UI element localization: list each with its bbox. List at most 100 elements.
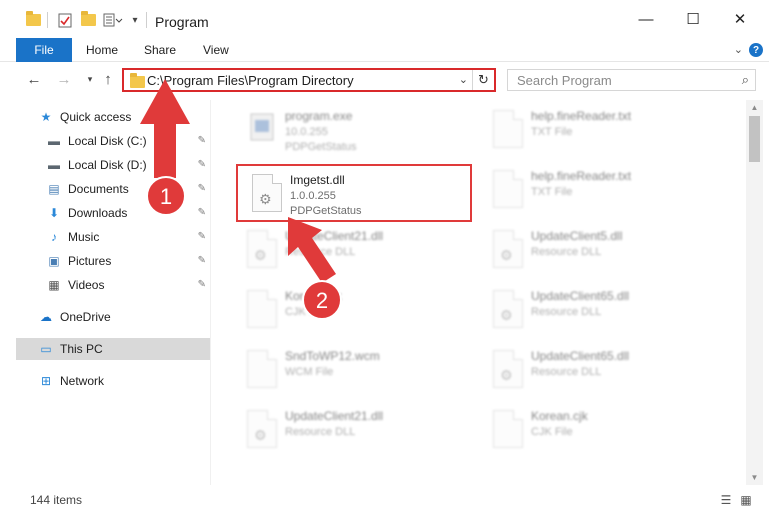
gear-icon: ⚙	[500, 307, 513, 323]
file-name: UpdateClient5.dll	[531, 229, 623, 243]
address-bar[interactable]: C:\Program Files\Program Directory ⌄ ↻	[122, 68, 496, 92]
file-detail: TXT File	[531, 126, 573, 138]
item-count: 144 items	[30, 493, 83, 507]
sidebar-item-local-disk-c[interactable]: ▬ Local Disk (C:) ✎	[16, 130, 210, 152]
file-detail: Resource DLL	[285, 426, 356, 438]
tab-home[interactable]: Home	[86, 38, 118, 62]
address-path: C:\Program Files\Program Directory	[147, 73, 354, 88]
dll-icon: ⚙	[247, 230, 277, 268]
sidebar-item-videos[interactable]: ▦ Videos ✎	[16, 274, 210, 296]
tab-view[interactable]: View	[203, 38, 229, 62]
refresh-icon[interactable]: ↻	[472, 70, 494, 90]
file-list: program.exe 10.0.255 PDPGetStatus help.fine…	[211, 100, 746, 485]
file-detail: TXT File	[531, 186, 573, 198]
title-bar: ▾ Program — ☐ ✕	[0, 0, 769, 38]
help-icon[interactable]: ?	[749, 43, 763, 57]
folder-icon	[130, 73, 145, 88]
sidebar-item-pictures[interactable]: ▣ Pictures ✎	[16, 250, 210, 272]
network-icon: ⊞	[40, 374, 52, 388]
file-detail: Resource DLL	[531, 306, 602, 318]
dll-icon: ⚙	[252, 174, 282, 212]
close-button[interactable]: ✕	[717, 0, 763, 38]
maximize-button[interactable]: ☐	[670, 0, 716, 38]
gear-icon: ⚙	[500, 367, 513, 383]
gear-icon: ⚙	[254, 247, 267, 263]
up-arrow-icon[interactable]: ↑	[98, 69, 118, 89]
sidebar-item-music[interactable]: ♪ Music ✎	[16, 226, 210, 248]
back-arrow-icon[interactable]: ←	[24, 69, 44, 89]
scroll-thumb[interactable]	[749, 116, 760, 162]
file-item[interactable]: ⚙ UpdateClient5.dll Resource DLL	[479, 222, 719, 278]
file-name: SndToWP12.wcm	[285, 349, 380, 363]
file-item[interactable]: help.fineReader.txt TXT File	[479, 162, 719, 218]
forward-arrow-icon[interactable]: →	[54, 69, 74, 89]
sidebar-item-network[interactable]: ⊞ Network	[16, 370, 210, 392]
file-name: Korean.cjk	[285, 289, 342, 303]
details-view-icon[interactable]: ☰	[718, 493, 734, 507]
vertical-scrollbar[interactable]: ▲ ▼	[746, 100, 763, 485]
pin-icon: ✎	[197, 207, 206, 218]
pin-icon: ✎	[197, 183, 206, 194]
sidebar-item-label: This PC	[60, 342, 103, 356]
file-icon	[247, 290, 277, 328]
recent-locations-icon[interactable]: ▾	[80, 69, 100, 89]
scroll-down-icon[interactable]: ▼	[746, 470, 763, 485]
download-icon: ⬇	[48, 206, 60, 220]
file-detail: CJK File	[531, 426, 573, 438]
tab-share[interactable]: Share	[144, 38, 176, 62]
file-detail: WCM File	[285, 366, 334, 378]
file-name: help.fineReader.txt	[531, 109, 632, 123]
status-bar: 144 items ☰ ▦	[0, 488, 769, 512]
sidebar-item-quick-access[interactable]: ★ Quick access	[16, 106, 210, 128]
file-item[interactable]: ⚙ UpdateClient65.dll Resource DLL	[479, 282, 719, 338]
pin-icon: ✎	[197, 255, 206, 266]
search-input[interactable]: Search Program ⌕	[507, 69, 756, 91]
address-dropdown-icon[interactable]: ⌄	[459, 73, 468, 86]
pin-icon: ✎	[197, 231, 206, 242]
sidebar-item-downloads[interactable]: ⬇ Downloads ✎	[16, 202, 210, 224]
gear-icon: ⚙	[259, 191, 272, 207]
scroll-up-icon[interactable]: ▲	[746, 100, 763, 115]
file-name: UpdateClient65.dll	[531, 289, 630, 303]
file-item[interactable]: ⚙ UpdateClient21.dll Resource DLL	[233, 222, 473, 278]
file-item[interactable]: program.exe 10.0.255 PDPGetStatus	[233, 102, 473, 158]
file-icon	[493, 170, 523, 208]
expand-ribbon-icon[interactable]: ⌄	[734, 43, 743, 56]
file-detail: Resource DLL	[531, 246, 602, 258]
dll-icon: ⚙	[493, 230, 523, 268]
file-icon	[247, 350, 277, 388]
file-item[interactable]: SndToWP12.wcm WCM File	[233, 342, 473, 398]
navigation-bar: ← → ▾ ↑ C:\Program Files\Program Directo…	[0, 63, 769, 97]
dll-icon: ⚙	[493, 290, 523, 328]
file-item[interactable]: ⚙ UpdateClient21.dll Resource DLL	[233, 402, 473, 458]
sidebar-item-this-pc[interactable]: ▭ This PC	[16, 338, 210, 360]
sidebar-item-label: Downloads	[68, 206, 128, 220]
sidebar-item-label: Quick access	[60, 110, 132, 124]
sidebar-item-local-disk-d[interactable]: ▬ Local Disk (D:) ✎	[16, 154, 210, 176]
sidebar-item-label: OneDrive	[60, 310, 111, 324]
file-item[interactable]: help.fineReader.txt TXT File	[479, 102, 719, 158]
file-item[interactable]: Korean.cjk CJK File	[233, 282, 473, 338]
sidebar-item-label: Local Disk (C:)	[68, 134, 147, 148]
highlighted-file-item[interactable]: ⚙ Imgetst.dll 1.0.0.255 PDPGetStatus	[236, 164, 472, 222]
properties-icon[interactable]	[55, 10, 75, 30]
folder-icon[interactable]	[24, 10, 42, 30]
computer-icon: ▭	[40, 342, 52, 356]
file-icon	[493, 110, 523, 148]
new-folder-icon[interactable]	[79, 10, 97, 30]
file-item[interactable]: Korean.cjk CJK File	[479, 402, 719, 458]
large-icons-view-icon[interactable]: ▦	[738, 493, 754, 507]
sidebar-item-onedrive[interactable]: ☁ OneDrive	[16, 306, 210, 328]
sidebar-item-documents[interactable]: ▤ Documents ✎	[16, 178, 210, 200]
tab-file[interactable]: File	[16, 38, 72, 62]
sidebar-item-label: Pictures	[68, 254, 112, 268]
customize-quick-access-icon[interactable]	[100, 10, 126, 30]
minimize-button[interactable]: —	[623, 0, 669, 38]
file-name: UpdateClient21.dll	[285, 409, 384, 423]
sidebar-item-label: Videos	[68, 278, 105, 292]
picture-icon: ▣	[48, 254, 60, 268]
quick-access-dropdown-icon[interactable]: ▾	[128, 10, 142, 30]
window-title: Program	[155, 14, 209, 30]
search-icon: ⌕	[741, 72, 749, 87]
file-item[interactable]: ⚙ UpdateClient65.dll Resource DLL	[479, 342, 719, 398]
